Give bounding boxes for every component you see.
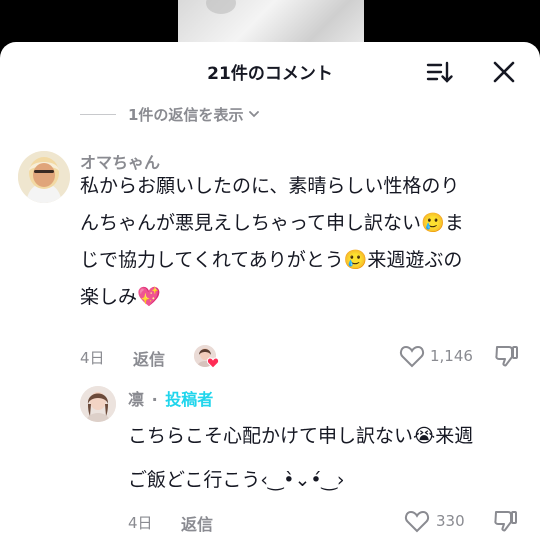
reply-line: ご飯どこ行こう‹‿•̀⌄•́‿›: [128, 469, 345, 491]
separator-dot: ·: [151, 390, 158, 409]
reply-username[interactable]: 凛: [128, 390, 144, 409]
comment-reply-button[interactable]: 返信: [133, 346, 165, 370]
reply-author-row: 凛 · 投稿者: [128, 386, 213, 410]
reply-text: こちらこそ心配かけて申し訳ない😭来週 ご飯どこ行こう‹‿•̀⌄•́‿›: [128, 414, 533, 502]
reply-author-avatar[interactable]: [80, 386, 116, 422]
view-replies-label: 1件の返信を表示: [128, 105, 244, 124]
divider-line: [80, 113, 116, 115]
creator-liked-badge: [194, 345, 219, 369]
reply-like-count: 330: [436, 512, 465, 530]
comments-title: 21件のコメント: [207, 64, 333, 84]
comment-line: じで協力してくれてありがとう🥲来週遊ぶの: [80, 249, 463, 271]
reply-dislike-icon[interactable]: [492, 509, 518, 533]
heart-icon: [207, 357, 219, 369]
like-icon[interactable]: [399, 344, 425, 368]
comment-line: 私からお願いしたのに、素晴らしい性格のり: [80, 175, 460, 197]
chevron-down-icon: [249, 111, 260, 118]
comment-line: 楽しみ💖: [80, 286, 161, 308]
reply-like-icon[interactable]: [404, 509, 430, 533]
comments-header: 21件のコメント: [0, 42, 540, 100]
commenter-avatar[interactable]: [18, 151, 70, 203]
author-badge: 投稿者: [165, 390, 214, 409]
reply-age: 4日: [128, 514, 153, 532]
reply-reply-button[interactable]: 返信: [181, 511, 213, 535]
comments-sheet: 21件のコメント 1件の返信を表示 オマちゃん 私からお願いしたのに、素晴らしい…: [0, 42, 540, 540]
comment-like-count: 1,146: [430, 347, 473, 365]
comment-text: 私からお願いしたのに、素晴らしい性格のり んちゃんが悪見えしちゃって申し訳ない🥲…: [80, 168, 530, 316]
close-icon[interactable]: [490, 58, 518, 86]
reply-line: こちらこそ心配かけて申し訳ない😭来週: [128, 425, 474, 447]
view-replies-toggle[interactable]: 1件の返信を表示: [80, 102, 261, 126]
comment-age: 4日: [80, 349, 105, 367]
sort-icon[interactable]: [426, 58, 454, 86]
dislike-icon[interactable]: [493, 344, 519, 368]
comment-line: んちゃんが悪見えしちゃって申し訳ない🥲ま: [80, 212, 464, 234]
